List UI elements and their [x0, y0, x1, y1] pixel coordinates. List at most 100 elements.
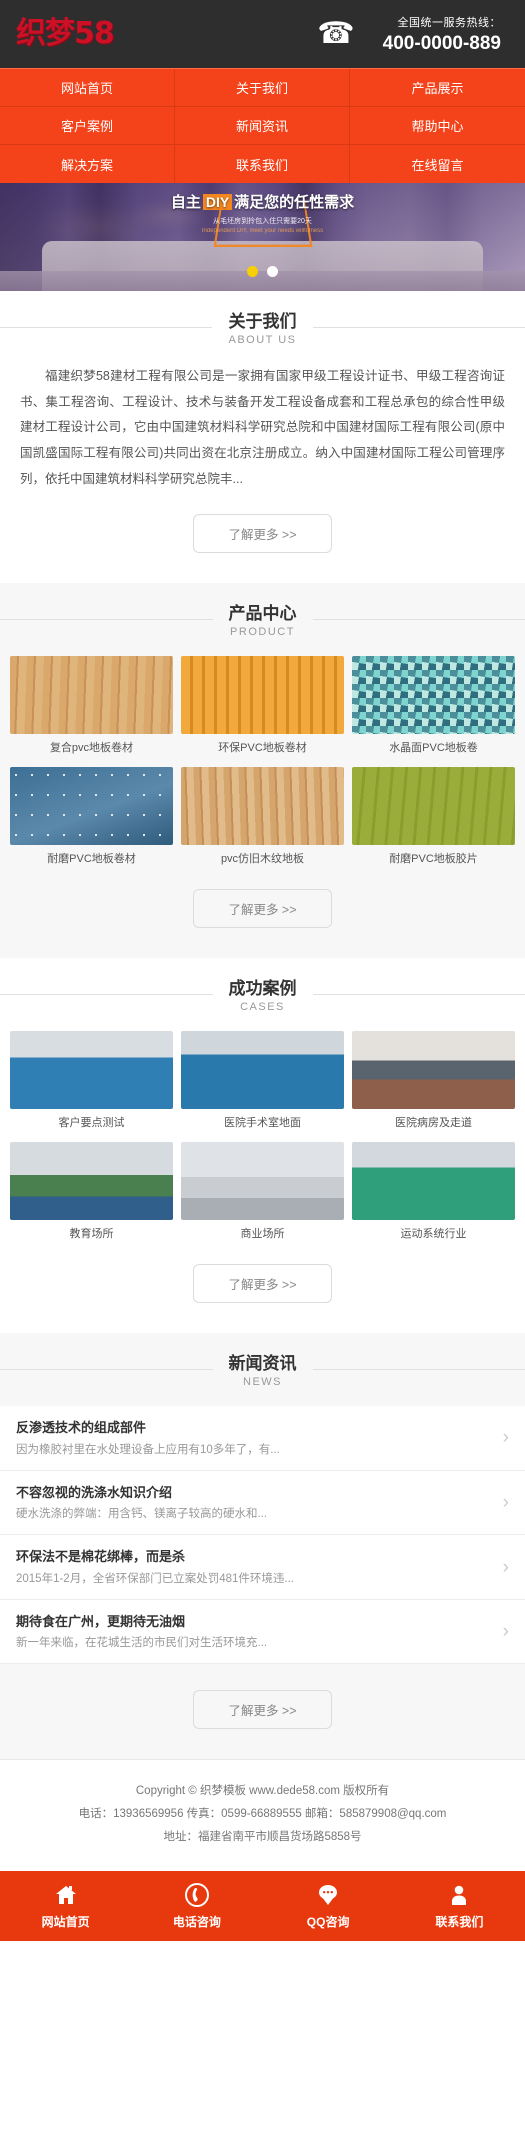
- case-card[interactable]: 医院手术室地面: [181, 1031, 344, 1131]
- news-list-item[interactable]: 期待食在广州，更期待无油烟 新一年来临，在花城生活的市民们对生活环境充... ›: [0, 1599, 525, 1665]
- product-thumbnail: [181, 656, 344, 735]
- news-section: 新闻资讯 NEWS 反渗透技术的组成部件 因为橡胶衬里在水处理设备上应用有10多…: [0, 1332, 525, 1760]
- footer-contact: 电话：13936569956 传真：0599-66889555 邮箱：58587…: [78, 1808, 447, 1821]
- product-title: 产品中心: [228, 604, 297, 624]
- bottom-item-contact[interactable]: 联系我们: [394, 1871, 525, 1941]
- hero-banner[interactable]: 自主 DIY 满足您的任性需求 从毛坯房到拎包入住只需要20天 Independen…: [0, 183, 525, 291]
- site-footer: Copyright © 织梦模板 www.dede58.com 版权所有 电话：…: [0, 1759, 525, 1872]
- banner-subtitle-cn: 从毛坯房到拎包入住只需要20天: [213, 217, 312, 225]
- cases-more-wrap: 了解更多 >>: [0, 1242, 525, 1329]
- product-thumbnail: [181, 766, 344, 845]
- product-card[interactable]: 环保PVC地板卷材: [181, 656, 344, 756]
- case-card[interactable]: 教育场所: [10, 1141, 173, 1242]
- about-title: 关于我们: [228, 312, 297, 331]
- case-label: 客户要点测试: [58, 1117, 125, 1130]
- news-item-title: 环保法不是棉花绑棒，而是杀: [16, 1549, 186, 1565]
- bottom-item-contact-label: 联系我们: [435, 1915, 484, 1930]
- case-thumbnail: [352, 1141, 515, 1220]
- footer-address: 地址：福建省南平市顺昌货场路5858号: [163, 1831, 362, 1844]
- nav-item-contact[interactable]: 联系我们: [175, 145, 350, 183]
- banner-title-pre: 自主: [170, 194, 201, 211]
- nav-item-solutions[interactable]: 解决方案: [0, 145, 175, 183]
- cases-grid: 客户要点测试 医院手术室地面 医院病房及走道 教育场所 商业场所 运动系统行业: [0, 1031, 525, 1242]
- product-more-button[interactable]: 了解更多 >>: [193, 889, 332, 929]
- hotline-number[interactable]: 400-0000-889: [383, 33, 501, 55]
- news-item-desc: 硬水洗涤的弊端：用含钙、镁离子较高的硬水和...: [16, 1508, 268, 1521]
- product-thumbnail: [352, 766, 515, 845]
- product-subtitle: PRODUCT: [230, 626, 295, 639]
- news-item-desc: 新一年来临，在花城生活的市民们对生活环境充...: [16, 1637, 268, 1650]
- page-root: 织梦58 ☎ 全国统一服务热线： 400-0000-889 网站首页 关于我们 …: [0, 0, 525, 1942]
- bottom-item-home-label: 网站首页: [41, 1915, 90, 1930]
- banner-text-overlay: 自主 DIY 满足您的任性需求 从毛坯房到拎包入住只需要20天 Independen…: [0, 194, 525, 234]
- case-card[interactable]: 商业场所: [181, 1141, 344, 1242]
- hotline-block: 全国统一服务热线： 400-0000-889: [383, 14, 509, 55]
- news-list-item[interactable]: 环保法不是棉花绑棒，而是杀 2015年1-2月，全省环保部门已立案处罚481件环…: [0, 1535, 525, 1600]
- bottom-item-phone[interactable]: 电话咨询: [131, 1871, 262, 1941]
- cases-subtitle: CASES: [240, 1001, 285, 1014]
- cases-title-wrap: 成功案例 CASES: [212, 978, 313, 1014]
- nav-item-products[interactable]: 产品展示: [350, 69, 525, 107]
- cases-title: 成功案例: [228, 979, 297, 999]
- cases-section-header: 成功案例 CASES: [0, 978, 525, 1015]
- case-card[interactable]: 运动系统行业: [352, 1141, 515, 1242]
- bottom-item-home[interactable]: 网站首页: [0, 1871, 131, 1941]
- news-item-body: 期待食在广州，更期待无油烟 新一年来临，在花城生活的市民们对生活环境充...: [16, 1612, 491, 1652]
- banner-title-post: 满足您的任性需求: [234, 194, 355, 211]
- cases-section: 成功案例 CASES 客户要点测试 医院手术室地面 医院病房及走道 教育场所 商…: [0, 958, 525, 1333]
- case-label: 医院病房及走道: [395, 1117, 472, 1130]
- banner-title: 自主 DIY 满足您的任性需求: [0, 194, 525, 212]
- news-more-wrap: 了解更多 >>: [0, 1668, 525, 1755]
- news-list: 反渗透技术的组成部件 因为橡胶衬里在水处理设备上应用有10多年了，有... › …: [0, 1406, 525, 1668]
- case-label: 教育场所: [69, 1227, 114, 1240]
- nav-item-news[interactable]: 新闻资讯: [175, 107, 350, 145]
- chevron-right-icon: ›: [502, 1491, 509, 1513]
- nav-item-cases[interactable]: 客户案例: [0, 107, 175, 145]
- case-card[interactable]: 医院病房及走道: [352, 1031, 515, 1131]
- product-section-header: 产品中心 PRODUCT: [0, 603, 525, 640]
- about-more-button[interactable]: 了解更多 >>: [193, 514, 332, 554]
- cases-more-button[interactable]: 了解更多 >>: [193, 1263, 332, 1303]
- nav-item-message[interactable]: 在线留言: [350, 145, 525, 183]
- site-logo[interactable]: 织梦58: [16, 19, 115, 49]
- product-card[interactable]: pvc仿旧木纹地板: [181, 766, 344, 867]
- bottom-item-qq-label: QQ咨询: [306, 1915, 350, 1930]
- news-title: 新闻资讯: [228, 1353, 297, 1373]
- banner-diy-badge: DIY: [202, 194, 233, 210]
- product-card[interactable]: 水晶面PVC地板卷: [352, 656, 515, 756]
- chevron-right-icon: ›: [502, 1556, 509, 1578]
- bottom-item-qq[interactable]: QQ咨询: [263, 1871, 394, 1941]
- banner-dot-2[interactable]: [267, 266, 278, 277]
- product-section: 产品中心 PRODUCT 复合pvc地板卷材 环保PVC地板卷材 水晶面PVC地…: [0, 583, 525, 959]
- news-more-button[interactable]: 了解更多 >>: [193, 1690, 332, 1730]
- nav-item-about[interactable]: 关于我们: [175, 69, 350, 107]
- news-list-item[interactable]: 不容忽视的洗涤水知识介绍 硬水洗涤的弊端：用含钙、镁离子较高的硬水和... ›: [0, 1470, 525, 1536]
- case-thumbnail: [10, 1031, 173, 1110]
- product-thumbnail: [10, 766, 173, 845]
- site-header: 织梦58 ☎ 全国统一服务热线： 400-0000-889: [0, 0, 525, 68]
- product-label: 耐磨PVC地板胶片: [389, 852, 478, 865]
- news-list-item[interactable]: 反渗透技术的组成部件 因为橡胶衬里在水处理设备上应用有10多年了，有... ›: [0, 1406, 525, 1471]
- banner-pagination-dots: [0, 266, 525, 277]
- bottom-item-phone-label: 电话咨询: [172, 1915, 221, 1930]
- banner-subtitle-en: Independent DIY, meet your needs willful…: [201, 227, 324, 234]
- nav-item-home[interactable]: 网站首页: [0, 69, 175, 107]
- news-subtitle: NEWS: [243, 1376, 282, 1389]
- chevron-right-icon: ›: [502, 1621, 509, 1643]
- phone-icon: [184, 1882, 209, 1908]
- home-icon: [54, 1882, 78, 1908]
- nav-item-help[interactable]: 帮助中心: [350, 107, 525, 145]
- about-title-wrap: 关于我们 ABOUT US: [212, 311, 313, 347]
- product-label: 水晶面PVC地板卷: [389, 742, 478, 755]
- case-label: 运动系统行业: [400, 1227, 467, 1240]
- about-section: 关于我们 ABOUT US 福建织梦58建材工程有限公司是一家拥有国家甲级工程设…: [0, 291, 525, 584]
- news-item-title: 不容忽视的洗涤水知识介绍: [16, 1484, 173, 1500]
- product-card[interactable]: 耐磨PVC地板卷材: [10, 766, 173, 867]
- banner-dot-1[interactable]: [247, 266, 258, 277]
- case-card[interactable]: 客户要点测试: [10, 1031, 173, 1131]
- product-card[interactable]: 复合pvc地板卷材: [10, 656, 173, 756]
- product-title-wrap: 产品中心 PRODUCT: [212, 603, 313, 639]
- news-item-body: 不容忽视的洗涤水知识介绍 硬水洗涤的弊端：用含钙、镁离子较高的硬水和...: [16, 1483, 491, 1523]
- case-thumbnail: [10, 1141, 173, 1220]
- product-card[interactable]: 耐磨PVC地板胶片: [352, 766, 515, 867]
